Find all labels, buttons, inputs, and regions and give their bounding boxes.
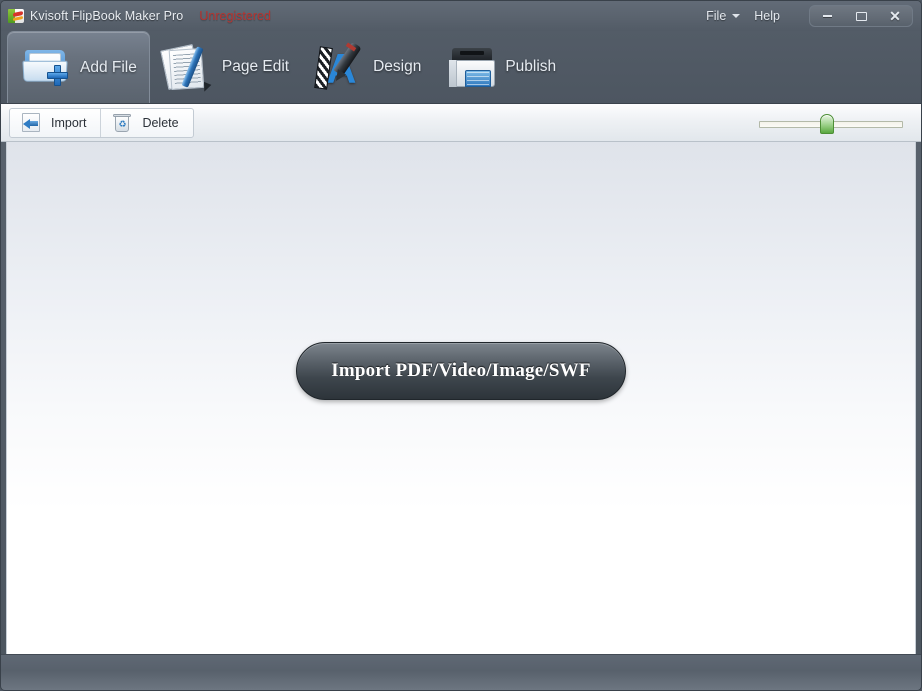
maximize-icon — [855, 11, 867, 21]
import-media-button-label: Import PDF/Video/Image/SWF — [331, 360, 591, 381]
delete-button[interactable]: ♻ Delete — [101, 109, 192, 137]
application-window: Kvisoft FlipBook Maker Pro Unregistered … — [0, 0, 922, 691]
main-content-area: Import PDF/Video/Image/SWF — [6, 142, 916, 655]
close-button[interactable]: ✕ — [878, 6, 912, 26]
import-button-label: Import — [51, 115, 87, 130]
printer-icon — [441, 38, 503, 96]
tab-design[interactable]: A Design — [301, 31, 433, 103]
tab-page-edit[interactable]: Page Edit — [150, 31, 301, 103]
import-media-button[interactable]: Import PDF/Video/Image/SWF — [296, 342, 626, 400]
menu-item-file-label: File — [706, 9, 727, 23]
registration-status: Unregistered — [199, 9, 271, 23]
tab-add-file[interactable]: Add File — [7, 31, 150, 103]
chevron-down-icon — [732, 14, 741, 18]
main-tab-bar: Add File Page Edit A Design — [1, 31, 921, 104]
menu-item-help[interactable]: Help — [747, 6, 787, 26]
toolbar-button-group: Import ♻ Delete — [9, 107, 194, 138]
trash-recycle-icon: ♻ — [111, 112, 133, 134]
import-button[interactable]: Import — [10, 109, 100, 137]
tab-publish[interactable]: Publish — [433, 31, 568, 103]
minimize-icon — [822, 15, 832, 17]
pages-pen-icon — [158, 38, 220, 96]
zoom-slider-thumb[interactable] — [819, 114, 834, 134]
zoom-slider[interactable] — [759, 110, 903, 136]
folder-plus-icon — [16, 39, 78, 97]
delete-button-label: Delete — [142, 115, 179, 130]
app-title: Kvisoft FlipBook Maker Pro — [30, 9, 184, 23]
letter-a-marker-icon: A — [309, 38, 371, 96]
secondary-toolbar: Import ♻ Delete — [1, 104, 921, 142]
tab-publish-label: Publish — [505, 58, 557, 75]
title-bar: Kvisoft FlipBook Maker Pro Unregistered … — [1, 1, 921, 31]
status-bar — [1, 654, 921, 690]
titlebar-right-group: File Help ✕ — [699, 1, 921, 31]
menu-item-file[interactable]: File — [699, 6, 747, 26]
tab-page-edit-label: Page Edit — [221, 58, 290, 75]
maximize-button[interactable] — [844, 6, 878, 26]
window-controls: ✕ — [809, 5, 913, 27]
import-arrow-icon — [20, 112, 42, 134]
tab-design-label: Design — [373, 58, 422, 75]
close-icon: ✕ — [889, 8, 901, 24]
minimize-button[interactable] — [810, 6, 844, 26]
tab-add-file-label: Add File — [80, 58, 137, 76]
flipbook-logo-icon — [8, 8, 24, 24]
menu-item-help-label: Help — [754, 9, 780, 23]
